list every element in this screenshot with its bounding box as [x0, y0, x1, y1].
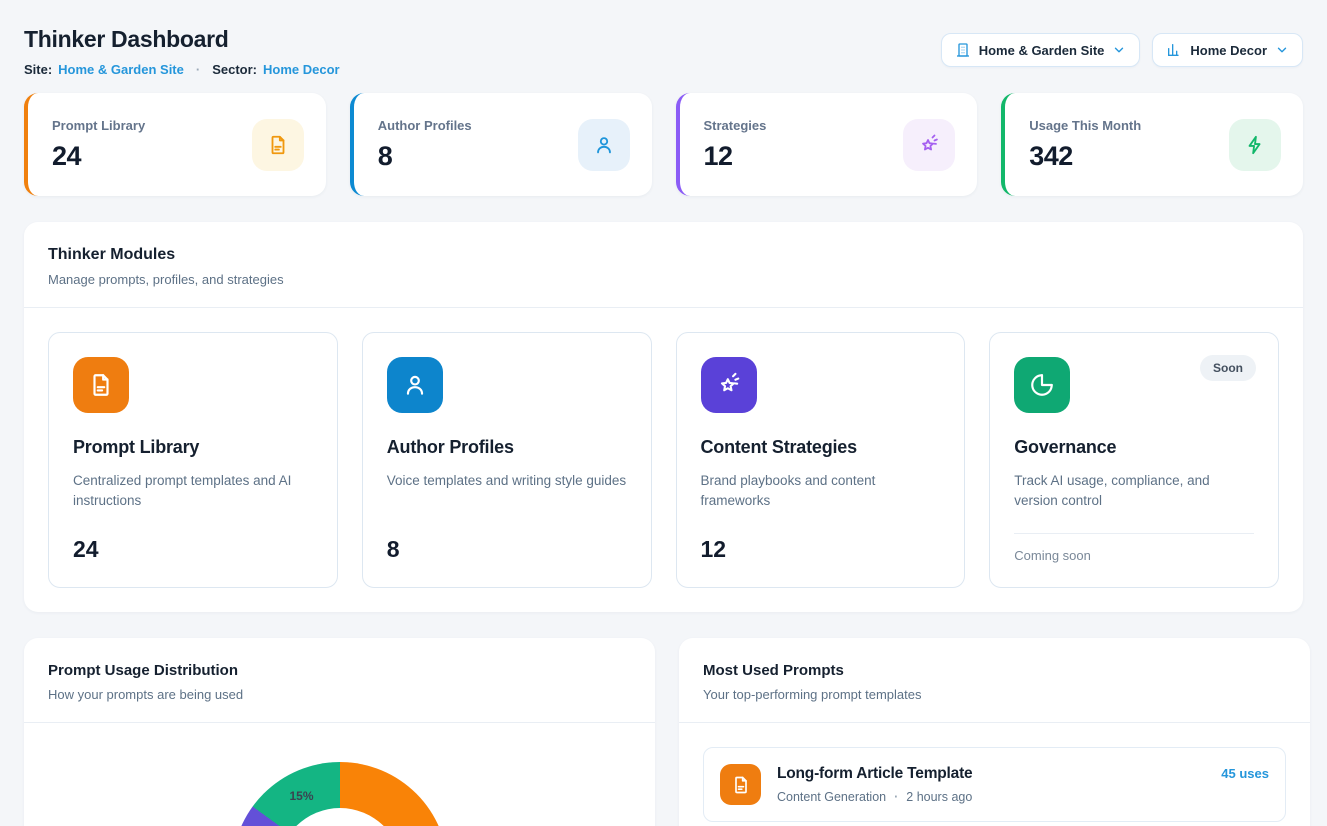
- most-used-prompts-card: Most Used Prompts Your top-performing pr…: [679, 638, 1310, 826]
- stats-row: Prompt Library 24 Author Profiles 8 Stra…: [24, 93, 1303, 196]
- module-description: Voice templates and writing style guides: [387, 471, 627, 491]
- page-header: Thinker Dashboard Site: Home & Garden Si…: [24, 20, 1303, 77]
- site-dropdown-label: Home & Garden Site: [979, 43, 1105, 58]
- breadcrumb-separator: ·: [196, 62, 200, 77]
- chart-card-subtitle: How your prompts are being used: [48, 687, 631, 702]
- prompts-card-subtitle: Your top-performing prompt templates: [703, 687, 1286, 702]
- sector-dropdown-label: Home Decor: [1190, 43, 1267, 58]
- header-controls: Home & Garden Site Home Decor: [941, 33, 1303, 67]
- sector-dropdown[interactable]: Home Decor: [1152, 33, 1303, 67]
- stat-card-prompt-library: Prompt Library 24: [24, 93, 326, 196]
- module-title: Author Profiles: [387, 437, 627, 458]
- user-icon: [387, 357, 443, 413]
- prompt-item-text: Long-form Article Template Content Gener…: [777, 765, 972, 804]
- stat-label: Usage This Month: [1029, 118, 1141, 133]
- chevron-down-icon: [1112, 43, 1126, 57]
- prompt-item-category: Content Generation: [777, 790, 886, 804]
- stat-value: 24: [52, 141, 145, 172]
- prompts-card-title: Most Used Prompts: [703, 662, 1286, 679]
- document-icon: [720, 764, 761, 805]
- prompt-item-title: Long-form Article Template: [777, 765, 972, 783]
- stat-value: 8: [378, 141, 472, 172]
- chart-card-header: Prompt Usage Distribution How your promp…: [24, 638, 655, 723]
- stat-text: Prompt Library 24: [52, 118, 145, 172]
- prompt-list: Long-form Article Template Content Gener…: [679, 723, 1310, 826]
- stat-label: Strategies: [704, 118, 767, 133]
- sector-link[interactable]: Home Decor: [263, 62, 340, 77]
- sector-label: Sector:: [212, 62, 257, 77]
- stat-card-usage: Usage This Month 342: [1001, 93, 1303, 196]
- prompts-card-header: Most Used Prompts Your top-performing pr…: [679, 638, 1310, 723]
- modules-panel-header: Thinker Modules Manage prompts, profiles…: [24, 222, 1303, 308]
- thinker-modules-panel: Thinker Modules Manage prompts, profiles…: [24, 222, 1303, 612]
- stat-card-strategies: Strategies 12: [676, 93, 978, 196]
- coming-soon-text: Coming soon: [1014, 533, 1254, 563]
- prompt-item-meta: Content Generation · 2 hours ago: [777, 790, 972, 804]
- page-title: Thinker Dashboard: [24, 26, 340, 53]
- stat-card-author-profiles: Author Profiles 8: [350, 93, 652, 196]
- module-title: Prompt Library: [73, 437, 313, 458]
- module-title: Governance: [1014, 437, 1254, 458]
- building-icon: [955, 42, 971, 58]
- user-icon: [578, 119, 630, 171]
- module-count: 12: [701, 536, 941, 563]
- dashboard-page: Thinker Dashboard Site: Home & Garden Si…: [0, 0, 1327, 826]
- pie-chart-icon: [1014, 357, 1070, 413]
- module-title: Content Strategies: [701, 437, 941, 458]
- module-count: 24: [73, 536, 313, 563]
- prompt-usage-distribution-card: Prompt Usage Distribution How your promp…: [24, 638, 655, 826]
- donut-chart-area: 15%: [24, 723, 655, 826]
- stat-label: Author Profiles: [378, 118, 472, 133]
- site-dropdown[interactable]: Home & Garden Site: [941, 33, 1141, 67]
- donut-slice-label: 15%: [289, 789, 313, 803]
- sparkle-star-icon: [903, 119, 955, 171]
- prompt-list-item[interactable]: Long-form Article Template Content Gener…: [703, 747, 1286, 822]
- document-icon: [73, 357, 129, 413]
- module-count: 8: [387, 536, 627, 563]
- modules-grid: Prompt Library Centralized prompt templa…: [24, 308, 1303, 612]
- module-description: Centralized prompt templates and AI inst…: [73, 471, 313, 512]
- prompt-uses-count: 45 uses: [1221, 766, 1269, 781]
- stat-value: 12: [704, 141, 767, 172]
- breadcrumb: Site: Home & Garden Site · Sector: Home …: [24, 62, 340, 77]
- module-card-author-profiles[interactable]: Author Profiles Voice templates and writ…: [362, 332, 652, 588]
- stat-text: Author Profiles 8: [378, 118, 472, 172]
- donut-chart: 15%: [232, 762, 448, 826]
- stat-value: 342: [1029, 141, 1141, 172]
- meta-separator: ·: [894, 790, 898, 804]
- site-link[interactable]: Home & Garden Site: [58, 62, 184, 77]
- soon-badge: Soon: [1200, 355, 1256, 381]
- modules-panel-title: Thinker Modules: [48, 246, 1279, 264]
- stat-label: Prompt Library: [52, 118, 145, 133]
- bottom-row: Prompt Usage Distribution How your promp…: [24, 638, 1303, 826]
- chevron-down-icon: [1275, 43, 1289, 57]
- module-description: Brand playbooks and content frameworks: [701, 471, 941, 512]
- module-description: Track AI usage, compliance, and version …: [1014, 471, 1254, 512]
- module-card-content-strategies[interactable]: Content Strategies Brand playbooks and c…: [676, 332, 966, 588]
- header-left: Thinker Dashboard Site: Home & Garden Si…: [24, 20, 340, 77]
- document-icon: [252, 119, 304, 171]
- lightning-icon: [1229, 119, 1281, 171]
- bar-chart-icon: [1166, 42, 1182, 58]
- stat-text: Strategies 12: [704, 118, 767, 172]
- module-card-governance[interactable]: Soon Governance Track AI usage, complian…: [989, 332, 1279, 588]
- site-label: Site:: [24, 62, 52, 77]
- modules-panel-subtitle: Manage prompts, profiles, and strategies: [48, 272, 1279, 287]
- prompt-item-time: 2 hours ago: [906, 790, 972, 804]
- sparkle-star-icon: [701, 357, 757, 413]
- chart-card-title: Prompt Usage Distribution: [48, 662, 631, 679]
- stat-text: Usage This Month 342: [1029, 118, 1141, 172]
- module-card-prompt-library[interactable]: Prompt Library Centralized prompt templa…: [48, 332, 338, 588]
